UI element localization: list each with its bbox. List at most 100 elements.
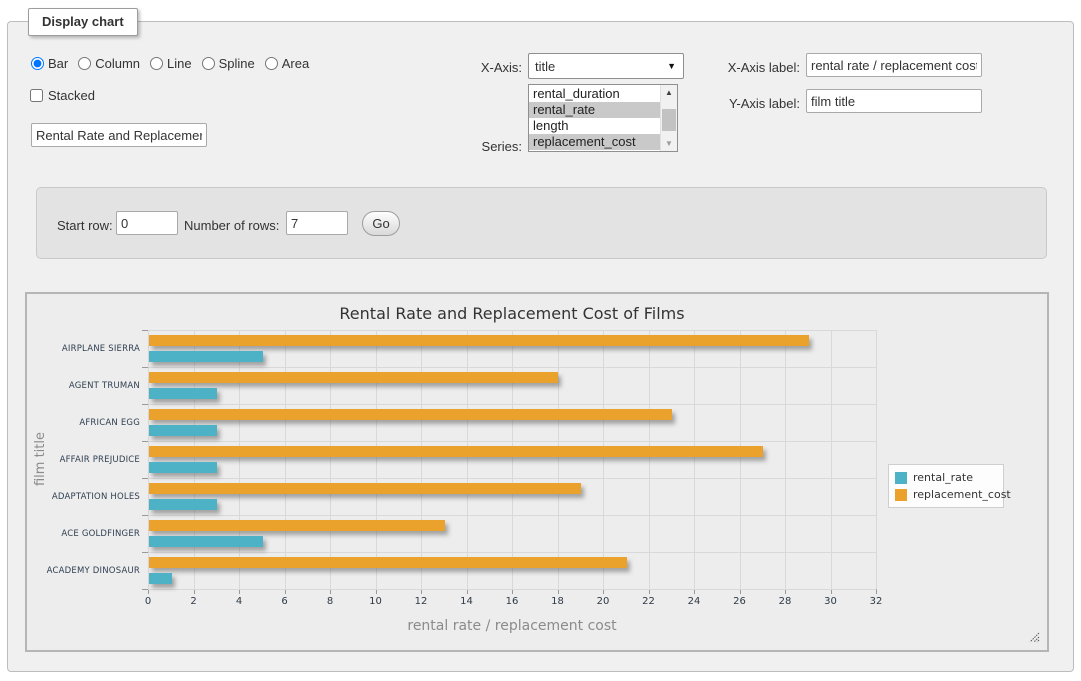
chart-type-radio-bar[interactable] xyxy=(31,57,44,70)
x-tick-label: 8 xyxy=(315,596,345,607)
chart-type-option-bar[interactable]: Bar xyxy=(31,56,68,71)
chart-type-option-line[interactable]: Line xyxy=(150,56,192,71)
x-tick-mark xyxy=(421,590,422,594)
start-row-input[interactable] xyxy=(116,211,178,235)
bar-rental-rate-academy-dinosaur xyxy=(149,573,172,584)
scrollbar-thumb[interactable] xyxy=(662,109,676,131)
x-axis-select[interactable]: title ▼ xyxy=(528,53,684,79)
chart-legend: rental_ratereplacement_cost xyxy=(888,464,1004,508)
chart-type-option-spline[interactable]: Spline xyxy=(202,56,255,71)
chart-title: Rental Rate and Replacement Cost of Film… xyxy=(148,304,876,323)
gridline-vertical xyxy=(376,330,377,589)
plot-area xyxy=(148,330,876,589)
x-tick-label: 10 xyxy=(361,596,391,607)
y-tick-mark xyxy=(142,441,148,442)
x-axis-label-input[interactable] xyxy=(806,53,982,77)
bar-replacement-cost-affair-prejudice xyxy=(149,446,763,457)
x-tick-mark xyxy=(512,590,513,594)
fieldset-legend: Display chart xyxy=(28,8,138,36)
legend-label: replacement_cost xyxy=(913,488,1011,501)
gridline-horizontal xyxy=(148,515,876,516)
y-category-label: ACE GOLDFINGER xyxy=(27,529,140,539)
chart-type-radio-line[interactable] xyxy=(150,57,163,70)
series-scrollbar[interactable]: ▲ ▼ xyxy=(660,85,677,151)
bar-replacement-cost-agent-truman xyxy=(149,372,558,383)
series-listbox[interactable]: rental_durationrental_ratelengthreplacem… xyxy=(528,84,678,152)
legend-swatch-replacement-cost xyxy=(895,489,907,501)
chart-type-radio-column[interactable] xyxy=(78,57,91,70)
series-option-rental-duration[interactable]: rental_duration xyxy=(529,86,660,102)
gridline-horizontal xyxy=(148,367,876,368)
series-option-replacement-cost[interactable]: replacement_cost xyxy=(529,134,660,150)
chart-type-option-column[interactable]: Column xyxy=(78,56,140,71)
chart-type-option-area[interactable]: Area xyxy=(265,56,309,71)
chart-title-input[interactable] xyxy=(31,123,207,147)
bar-rental-rate-ace-goldfinger xyxy=(149,536,263,547)
series-option-length[interactable]: length xyxy=(529,118,660,134)
legend-item-rental-rate[interactable]: rental_rate xyxy=(895,469,997,486)
x-tick-label: 24 xyxy=(679,596,709,607)
x-tick-mark xyxy=(876,590,877,594)
x-tick-mark xyxy=(194,590,195,594)
x-tick-label: 12 xyxy=(406,596,436,607)
gridline-vertical xyxy=(194,330,195,589)
chart-type-radiogroup: Bar Column Line Spline Area xyxy=(31,56,319,71)
bar-rental-rate-affair-prejudice xyxy=(149,462,217,473)
x-tick-label: 6 xyxy=(270,596,300,607)
chart-type-option-label: Area xyxy=(282,56,309,71)
y-category-label: AGENT TRUMAN xyxy=(27,381,140,391)
chart-type-radio-spline[interactable] xyxy=(202,57,215,70)
series-label: Series: xyxy=(442,139,522,154)
x-tick-label: 26 xyxy=(725,596,755,607)
gridline-vertical xyxy=(330,330,331,589)
bar-replacement-cost-academy-dinosaur xyxy=(149,557,627,568)
x-tick-label: 18 xyxy=(543,596,573,607)
x-tick-mark xyxy=(603,590,604,594)
legend-swatch-rental-rate xyxy=(895,472,907,484)
y-axis-label-label: Y-Axis label: xyxy=(712,96,800,111)
x-tick-mark xyxy=(831,590,832,594)
gridline-vertical xyxy=(148,330,149,589)
y-axis-label-input[interactable] xyxy=(806,89,982,113)
bar-rental-rate-african-egg xyxy=(149,425,217,436)
legend-item-replacement-cost[interactable]: replacement_cost xyxy=(895,486,997,503)
chart-type-option-label: Bar xyxy=(48,56,68,71)
y-tick-mark xyxy=(142,552,148,553)
stacked-option[interactable]: Stacked xyxy=(30,88,95,103)
bar-replacement-cost-airplane-sierra xyxy=(149,335,809,346)
gridline-vertical xyxy=(603,330,604,589)
x-tick-mark xyxy=(558,590,559,594)
stacked-checkbox[interactable] xyxy=(30,89,43,102)
number-of-rows-input[interactable] xyxy=(286,211,348,235)
x-tick-mark xyxy=(740,590,741,594)
y-tick-mark xyxy=(142,478,148,479)
bar-rental-rate-airplane-sierra xyxy=(149,351,263,362)
x-tick-mark xyxy=(376,590,377,594)
x-axis-title: rental rate / replacement cost xyxy=(148,618,876,634)
chart-panel: Rental Rate and Replacement Cost of Film… xyxy=(25,292,1049,652)
gridline-vertical xyxy=(831,330,832,589)
chart-type-radio-area[interactable] xyxy=(265,57,278,70)
gridline-vertical xyxy=(694,330,695,589)
series-option-rental-rate[interactable]: rental_rate xyxy=(529,102,660,118)
y-category-label: AIRPLANE SIERRA xyxy=(27,344,140,354)
scroll-down-icon[interactable]: ▼ xyxy=(661,136,677,151)
x-tick-mark xyxy=(148,590,149,594)
row-range-panel: Start row: Number of rows: Go xyxy=(36,187,1047,259)
number-of-rows-label: Number of rows: xyxy=(184,218,279,233)
gridline-vertical xyxy=(285,330,286,589)
y-category-label: AFFAIR PREJUDICE xyxy=(27,455,140,465)
resize-handle-icon[interactable] xyxy=(1029,632,1040,643)
go-button[interactable]: Go xyxy=(362,211,400,236)
chart-type-option-label: Column xyxy=(95,56,140,71)
y-category-label: ACADEMY DINOSAUR xyxy=(27,566,140,576)
y-tick-mark xyxy=(142,404,148,405)
bar-rental-rate-agent-truman xyxy=(149,388,217,399)
x-tick-label: 30 xyxy=(816,596,846,607)
start-row-label: Start row: xyxy=(57,218,113,233)
x-tick-mark xyxy=(649,590,650,594)
x-tick-mark xyxy=(239,590,240,594)
x-tick-label: 20 xyxy=(588,596,618,607)
scroll-up-icon[interactable]: ▲ xyxy=(661,85,677,100)
y-tick-mark xyxy=(142,515,148,516)
